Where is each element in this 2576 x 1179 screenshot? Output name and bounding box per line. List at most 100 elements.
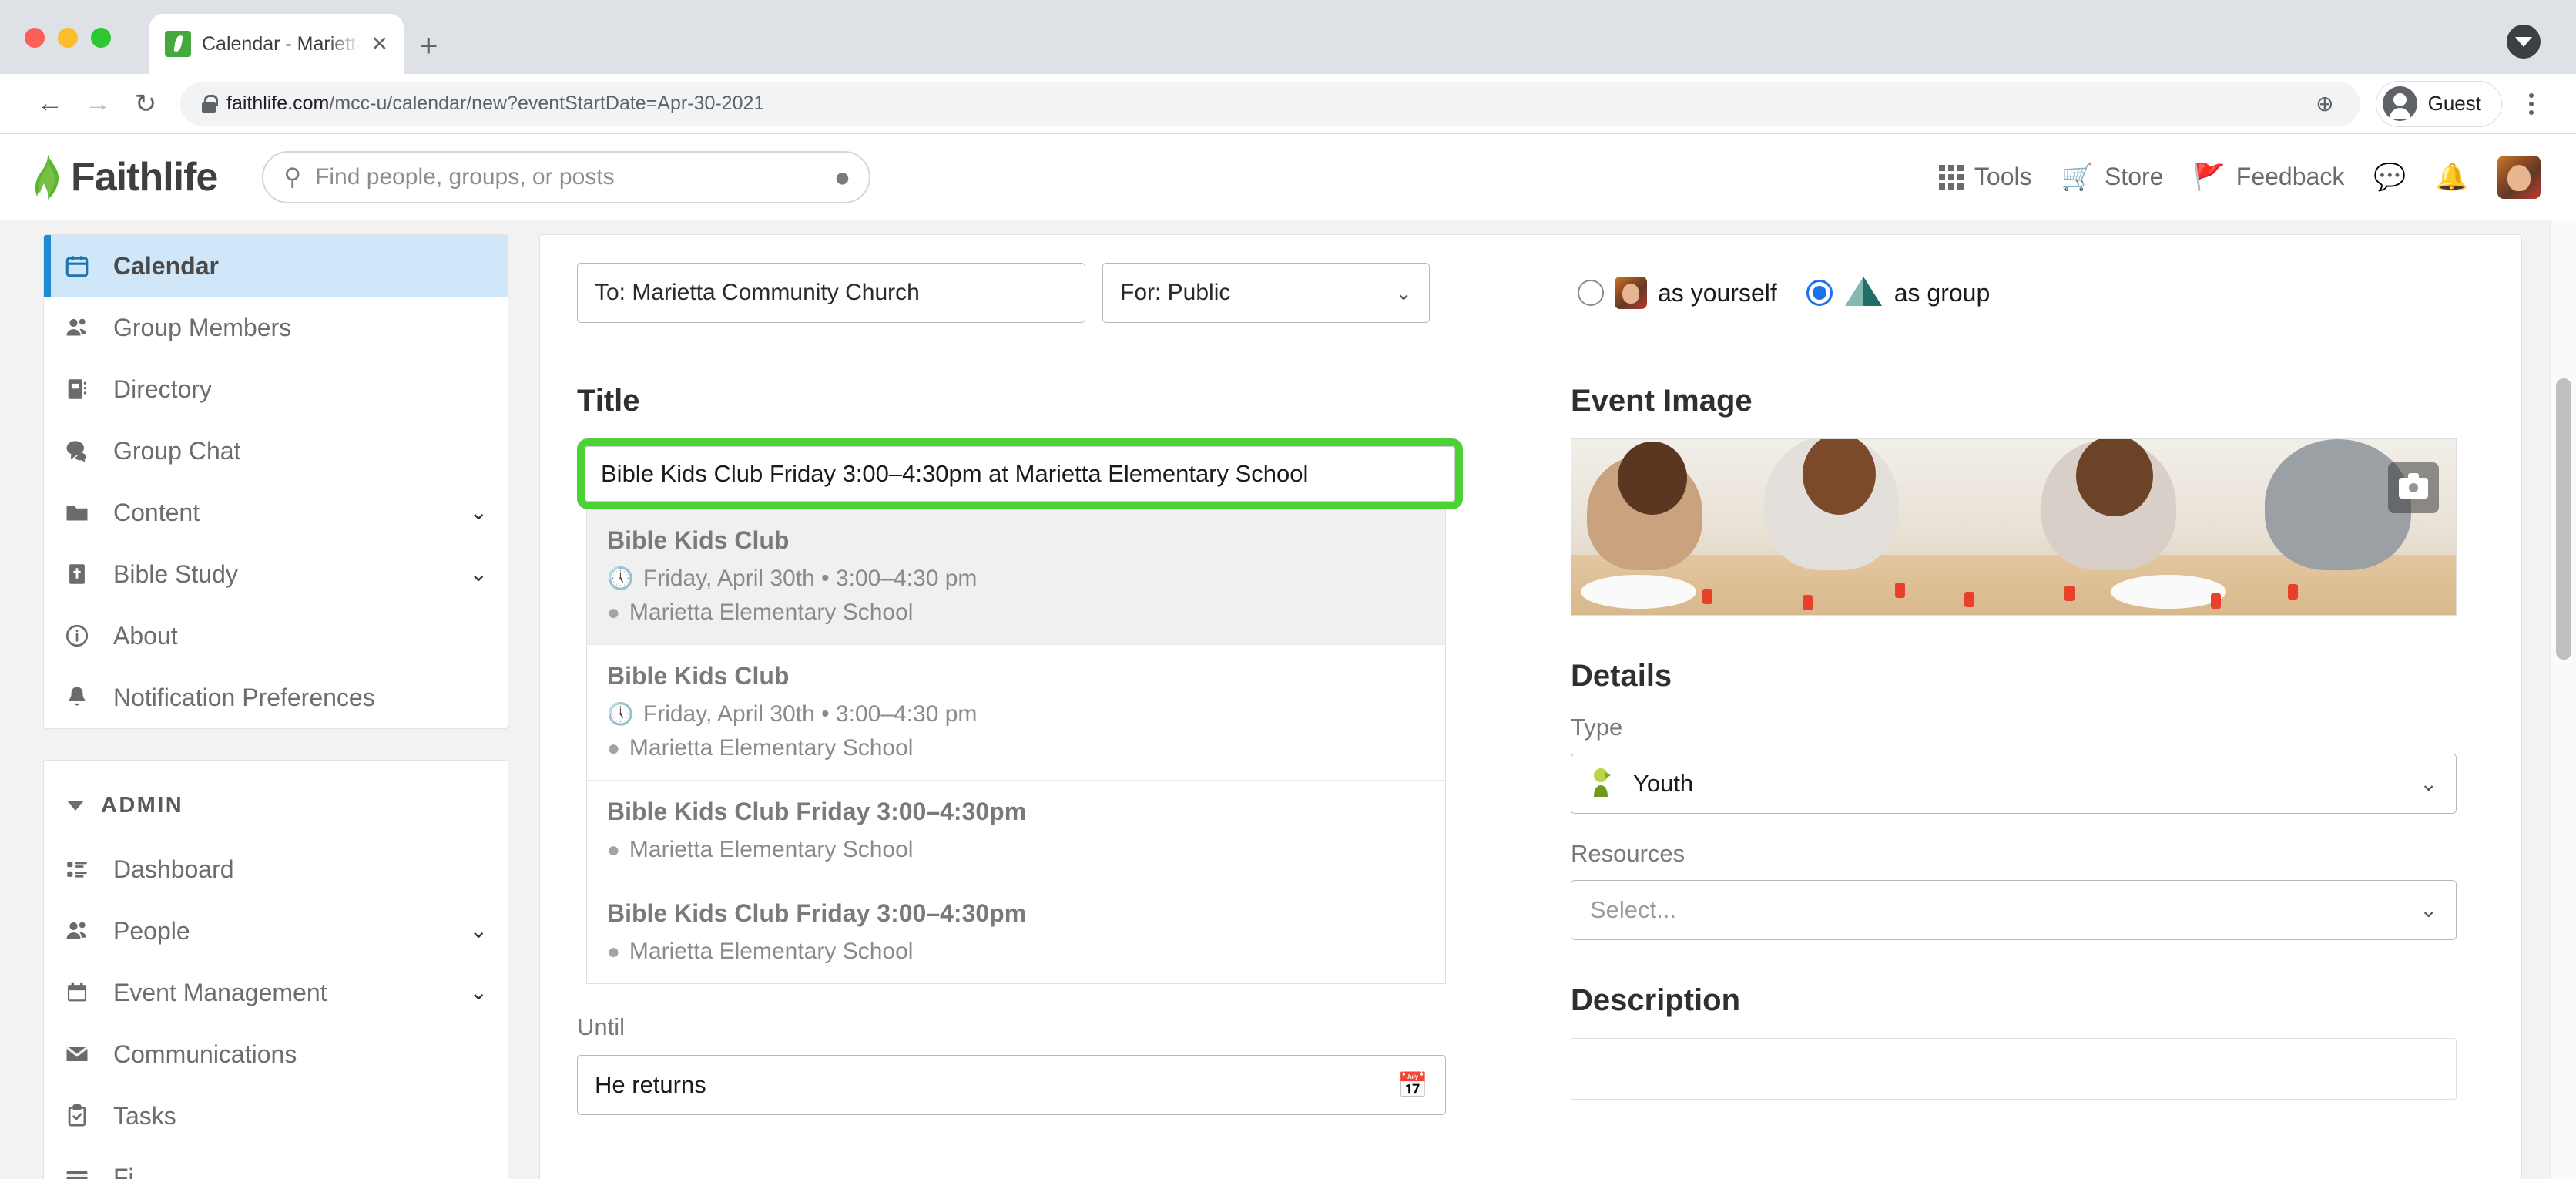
sidebar-admin-section-header[interactable]: ADMIN (44, 761, 508, 838)
title-input[interactable] (585, 446, 1455, 502)
chevron-down-icon[interactable]: ⌄ (470, 982, 488, 1003)
close-icon[interactable]: ✕ (371, 33, 388, 55)
cart-icon: 🛒 (2061, 162, 2094, 192)
camera-icon[interactable] (2388, 462, 2439, 513)
sidebar-item-calendar[interactable]: Calendar (44, 235, 508, 297)
until-field[interactable]: He returns 📅 (577, 1055, 1446, 1115)
dashboard-list-icon (61, 856, 93, 882)
sidebar-item-tasks[interactable]: Tasks (44, 1085, 508, 1147)
sidebar-item-dashboard[interactable]: Dashboard (44, 838, 508, 900)
window-traffic-lights (25, 28, 111, 48)
radio-as-group[interactable] (1806, 280, 1833, 306)
sidebar-item-notification-preferences[interactable]: Notification Preferences (44, 667, 508, 728)
until-label: Until (577, 1013, 626, 1040)
browser-tab[interactable]: Calendar - Marietta Community ✕ (149, 14, 404, 74)
resources-select[interactable]: Select... ⌄ (1571, 880, 2457, 940)
chevron-down-icon[interactable]: ⌄ (470, 563, 488, 585)
sidebar-item-finances[interactable]: Fi (44, 1147, 508, 1179)
card-icon (61, 1164, 93, 1179)
scrollbar-thumb[interactable] (2556, 378, 2571, 660)
youth-person-icon (1590, 767, 1616, 801)
minimize-window-button[interactable] (58, 28, 78, 48)
chevron-down-icon[interactable]: ⌄ (470, 502, 488, 523)
sidebar-item-people[interactable]: People ⌄ (44, 900, 508, 962)
browser-tab-title: Calendar - Marietta Community (202, 32, 361, 55)
chat-bubble-icon: 💬 (2373, 162, 2407, 192)
header-chat-button[interactable]: 💬 (2373, 164, 2406, 190)
location-pin-icon: ● (607, 939, 620, 963)
sidebar-item-group-chat[interactable]: Group Chat (44, 420, 508, 482)
form-right-column: Event Image Details Type Youth ⌄ Resourc… (1463, 384, 2484, 1115)
header-notifications-button[interactable]: 🔔 (2436, 164, 2468, 190)
list-item[interactable]: Bible Kids Club 🕔 Friday, April 30th • 3… (587, 509, 1445, 645)
new-tab-button[interactable]: + (419, 29, 438, 62)
forward-button[interactable]: → (74, 80, 122, 128)
type-select[interactable]: Youth ⌄ (1571, 754, 2457, 814)
post-as-radio-group: as yourself as group (1578, 275, 1990, 311)
sidebar-item-communications[interactable]: Communications (44, 1023, 508, 1085)
sidebar-item-event-management[interactable]: Event Management ⌄ (44, 962, 508, 1023)
event-image[interactable] (1571, 438, 2457, 616)
for-field[interactable]: For: Public ⌄ (1102, 263, 1430, 323)
to-field[interactable]: To: Marietta Community Church (577, 263, 1085, 323)
header-nav-tools-label: Tools (1974, 163, 2032, 190)
autocomplete-item-name: Bible Kids Club Friday 3:00–4:30pm (607, 798, 1027, 825)
sidebar-item-directory[interactable]: Directory (44, 358, 508, 420)
header-nav-feedback-label: Feedback (2236, 163, 2345, 190)
header-nav-store[interactable]: 🛒 Store (2061, 163, 2164, 191)
back-button[interactable]: ← (26, 80, 74, 128)
kebab-menu-icon[interactable] (2513, 81, 2550, 127)
url-path: /mcc-u/calendar/new?eventStartDate=Apr-3… (329, 92, 765, 114)
sidebar-admin-label: ADMIN (101, 793, 184, 818)
search-icon: ⚲ (283, 163, 302, 190)
list-item[interactable]: Bible Kids Club Friday 3:00–4:30pm ● Mar… (587, 882, 1445, 983)
group-tent-icon (1843, 275, 1883, 311)
people-icon (61, 314, 93, 341)
avatar[interactable] (2497, 155, 2541, 199)
reload-button[interactable]: ↻ (122, 80, 169, 128)
list-item[interactable]: Bible Kids Club 🕔 Friday, April 30th • 3… (587, 645, 1445, 781)
autocomplete-item-where-row: ● Marietta Elementary School (607, 600, 1425, 626)
sidebar-item-about[interactable]: About (44, 605, 508, 667)
chevron-down-icon[interactable]: ⌄ (470, 920, 488, 942)
sidebar-item-group-members[interactable]: Group Members (44, 297, 508, 358)
search-box[interactable]: ⚲ ● (262, 150, 871, 203)
sidebar-item-label: Bible Study (113, 559, 238, 588)
sidebar-item-content[interactable]: Content ⌄ (44, 482, 508, 543)
chevron-down-icon[interactable] (2507, 25, 2541, 59)
calendar-icon[interactable]: 📅 (1397, 1070, 1428, 1100)
radio-as-yourself[interactable] (1578, 280, 1604, 306)
search-input[interactable] (315, 163, 820, 190)
sidebar-item-label: Group Members (113, 313, 292, 341)
zoom-icon[interactable]: ⊕ (2316, 91, 2333, 116)
bell-icon: 🔔 (2435, 162, 2468, 192)
profile-avatar-icon (2382, 86, 2417, 121)
sidebar-item-label: Dashboard (113, 855, 234, 883)
clipboard-check-icon (61, 1103, 93, 1129)
header-nav: Tools 🛒 Store 🚩 Feedback 💬 🔔 (1938, 155, 2541, 199)
profile-button[interactable]: Guest (2375, 80, 2502, 127)
page-scrollbar[interactable] (2550, 220, 2576, 1179)
description-editor[interactable] (1571, 1038, 2457, 1100)
type-value: Youth (1633, 770, 1694, 797)
browser-toolbar: ← → ↻ faithlife.com/mcc-u/calendar/new?e… (0, 74, 2576, 134)
location-pin-icon[interactable]: ● (834, 163, 851, 191)
sidebar-item-bible-study[interactable]: Bible Study ⌄ (44, 543, 508, 605)
site-logo[interactable]: Faithlife (29, 153, 218, 201)
autocomplete-item-where: Marietta Elementary School (629, 735, 914, 761)
faithlife-flame-icon (29, 153, 66, 201)
autocomplete-item-where-row: ● Marietta Elementary School (607, 735, 1425, 761)
resources-placeholder: Select... (1590, 896, 1676, 923)
calendar-icon (61, 979, 93, 1006)
list-item[interactable]: Bible Kids Club Friday 3:00–4:30pm ● Mar… (587, 781, 1445, 882)
folder-icon (61, 499, 93, 526)
maximize-window-button[interactable] (91, 28, 111, 48)
sidebar-item-label: Communications (113, 1040, 297, 1068)
address-bar[interactable]: faithlife.com/mcc-u/calendar/new?eventSt… (180, 81, 2360, 126)
avatar (1615, 277, 1647, 309)
calendar-icon (61, 253, 93, 279)
close-window-button[interactable] (25, 28, 45, 48)
header-nav-tools[interactable]: Tools (1938, 163, 2032, 191)
header-nav-feedback[interactable]: 🚩 Feedback (2192, 163, 2344, 191)
title-heading: Title (577, 384, 640, 418)
